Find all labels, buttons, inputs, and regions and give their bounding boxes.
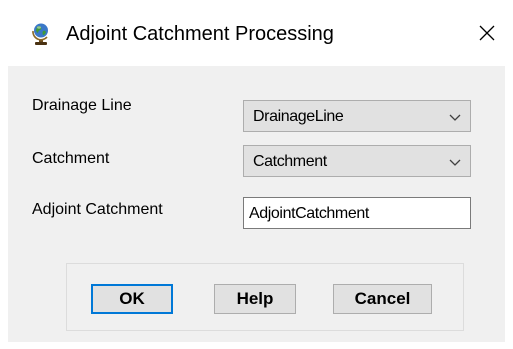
help-button[interactable]: Help — [214, 284, 296, 314]
drainage-line-label: Drainage Line — [32, 97, 132, 114]
cancel-button[interactable]: Cancel — [333, 284, 432, 314]
button-panel: OK Help Cancel — [66, 263, 464, 331]
drainage-line-dropdown[interactable]: DrainageLine — [243, 100, 471, 132]
adjoint-catchment-label: Adjoint Catchment — [32, 201, 163, 218]
drainage-line-selected-value: DrainageLine — [253, 108, 344, 125]
catchment-selected-value: Catchment — [253, 153, 327, 170]
title-bar[interactable]: Adjoint Catchment Processing — [0, 0, 513, 66]
close-icon — [479, 25, 495, 41]
catchment-dropdown[interactable]: Catchment — [243, 145, 471, 177]
window-title: Adjoint Catchment Processing — [66, 23, 334, 45]
catchment-label: Catchment — [32, 150, 110, 167]
chevron-down-icon — [449, 114, 461, 121]
adjoint-catchment-input[interactable]: AdjointCatchment — [243, 197, 471, 229]
dialog-window: Adjoint Catchment Processing Drainage Li… — [0, 0, 513, 349]
dialog-client-area: Drainage Line DrainageLine Catchment Cat… — [8, 66, 505, 342]
chevron-down-icon — [449, 159, 461, 166]
close-button[interactable] — [470, 16, 504, 50]
globe-icon — [30, 22, 52, 46]
adjoint-catchment-value: AdjointCatchment — [249, 205, 369, 222]
ok-button[interactable]: OK — [91, 284, 173, 314]
